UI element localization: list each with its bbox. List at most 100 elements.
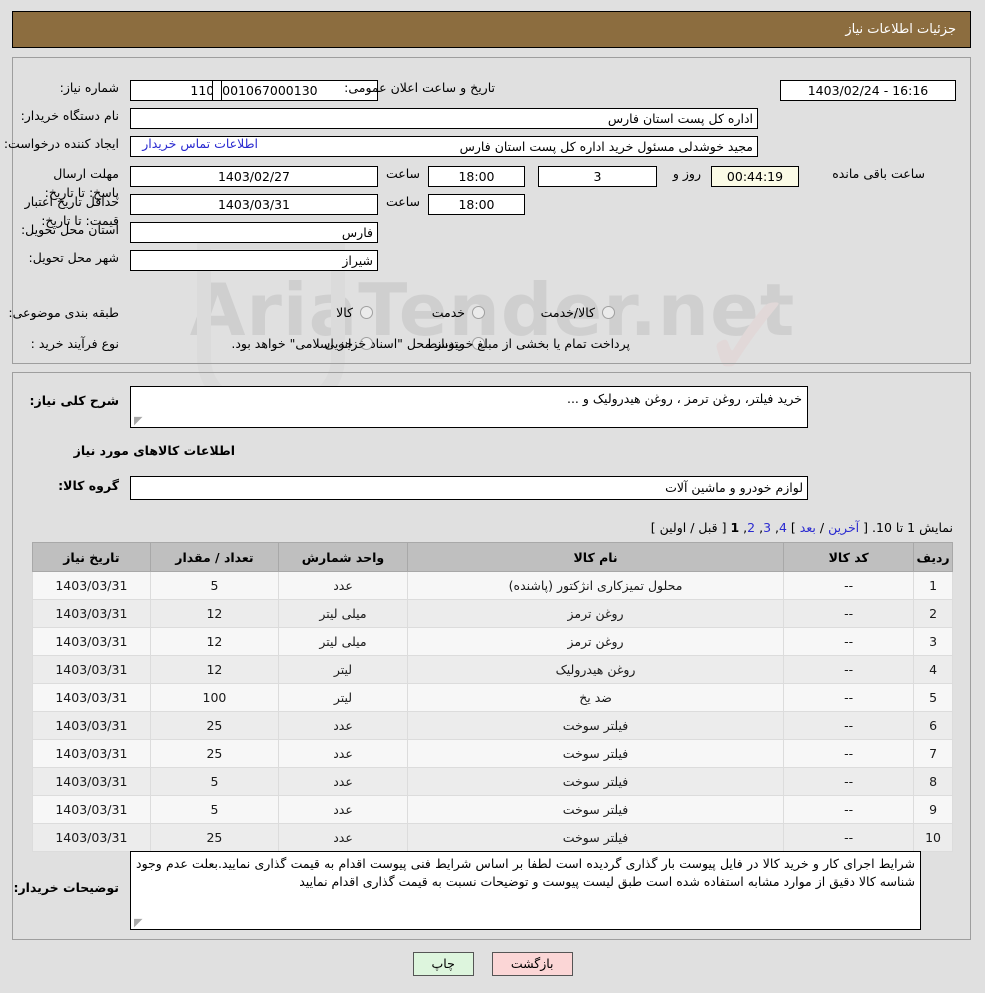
- pagination-prev-link[interactable]: قبل: [698, 520, 717, 535]
- field-description-label: شرح کلی نیاز:: [29, 393, 119, 408]
- cell-unit: لیتر: [278, 655, 408, 684]
- contact-link-wrap[interactable]: اطلاعات تماس خریدار: [0, 136, 258, 151]
- cell-product-code: --: [783, 655, 915, 684]
- pagination-page-3[interactable]: 3: [763, 520, 771, 535]
- cell-quantity: 25: [149, 823, 280, 852]
- field-city-value[interactable]: شیراز: [130, 250, 378, 271]
- field-deadline-date[interactable]: 1403/02/27: [130, 166, 378, 187]
- cell-unit: عدد: [278, 823, 408, 852]
- pagination-bracket-open-2: [: [721, 520, 727, 535]
- goods-group-input[interactable]: لوازم خودرو و ماشین آلات: [130, 476, 808, 500]
- cell-row-number: 3: [913, 627, 953, 656]
- city-input[interactable]: شیراز: [130, 250, 378, 271]
- cell-row-number: 10: [913, 823, 953, 852]
- field-province-value[interactable]: فارس: [130, 222, 378, 243]
- field-buyer-org-value[interactable]: اداره کل پست استان فارس: [130, 108, 758, 129]
- cell-need-date: 1403/03/31: [32, 823, 151, 852]
- category-option-goods[interactable]: کالا: [336, 305, 373, 320]
- field-buyer-notes-label: توضیحات خریدار:: [13, 880, 119, 895]
- cell-need-date: 1403/03/31: [32, 767, 151, 796]
- field-process-label: نوع فرآیند خرید :: [30, 336, 119, 351]
- cell-need-date: 1403/03/31: [32, 571, 151, 600]
- field-validity-date[interactable]: 1403/03/31: [130, 194, 378, 215]
- resize-grip-icon[interactable]: ◥: [134, 414, 144, 427]
- radio-category-service-icon[interactable]: [472, 306, 485, 319]
- validity-date-input[interactable]: 1403/03/31: [130, 194, 378, 215]
- pagination-first-link[interactable]: اولین: [660, 520, 687, 535]
- field-deadline-hour[interactable]: 18:00: [428, 166, 525, 187]
- cell-product-name: فیلتر سوخت: [406, 711, 785, 740]
- cell-row-number: 1: [913, 571, 953, 600]
- field-province-label: استان محل تحویل:: [20, 222, 119, 237]
- table-row: 1 -- محلول تمیزکاری انژکتور (پاشنده) عدد 5 14…: [32, 571, 953, 600]
- cell-unit: عدد: [278, 739, 408, 768]
- radio-category-goods-icon[interactable]: [360, 306, 373, 319]
- cell-product-name: فیلتر سوخت: [406, 823, 785, 852]
- cell-quantity: 25: [149, 711, 280, 740]
- pagination-last-link[interactable]: آخرین: [828, 520, 859, 535]
- cell-product-code: --: [783, 767, 915, 796]
- cell-need-date: 1403/03/31: [32, 795, 151, 824]
- pagination-bracket-close-1: ]: [790, 520, 796, 535]
- cell-quantity: 5: [149, 571, 280, 600]
- cell-product-code: --: [783, 599, 915, 628]
- action-button-bar: بازگشت چاپ: [0, 952, 985, 976]
- column-header-row: ردیف: [913, 542, 953, 572]
- buyer-contact-link[interactable]: اطلاعات تماس خریدار: [142, 136, 258, 151]
- field-announce-value[interactable]: [0, 80, 222, 101]
- category-option-both[interactable]: کالا/خدمت: [541, 305, 615, 320]
- cell-product-name: روغن ترمز: [406, 627, 785, 656]
- column-header-qty: تعداد / مقدار: [149, 542, 280, 572]
- pagination-page-2[interactable]: 2: [747, 520, 755, 535]
- field-announce-label: تاریخ و ساعت اعلان عمومی:: [344, 80, 495, 95]
- table-row: 7 -- فیلتر سوخت عدد 25 1403/03/31: [32, 739, 953, 768]
- page-title: جزئیات اطلاعات نیاز: [845, 22, 956, 37]
- province-input[interactable]: فارس: [130, 222, 378, 243]
- field-goods-group-label: گروه کالا:: [58, 478, 119, 493]
- table-row: 2 -- روغن ترمز میلی لیتر 12 1403/03/31: [32, 599, 953, 628]
- table-row: 4 -- روغن هیدرولیک لیتر 12 1403/03/31: [32, 655, 953, 684]
- description-textarea[interactable]: خرید فیلتر، روغن ترمز ، روغن هیدرولیک و …: [130, 386, 808, 428]
- validity-hour-input[interactable]: 18:00: [428, 194, 525, 215]
- back-button[interactable]: بازگشت: [491, 952, 573, 976]
- goods-table: ردیف کد کالا نام کالا واحد شمارش تعداد /…: [32, 542, 953, 852]
- cell-row-number: 8: [913, 767, 953, 796]
- page-root: ✓ AriaTender.net جزئیات اطلاعات نیاز شما…: [0, 0, 985, 993]
- cell-quantity: 5: [149, 767, 280, 796]
- cell-unit: عدد: [278, 767, 408, 796]
- cell-quantity: 12: [149, 627, 280, 656]
- cell-product-name: فیلتر سوخت: [406, 795, 785, 824]
- field-countdown: 00:44:19: [711, 166, 799, 187]
- deadline-hour-input[interactable]: 18:00: [428, 166, 525, 187]
- field-remaining-days[interactable]: 3: [538, 166, 657, 187]
- pagination-page-4[interactable]: 4: [779, 520, 787, 535]
- cell-unit: عدد: [278, 711, 408, 740]
- pagination-next-link[interactable]: بعد: [800, 520, 816, 535]
- cell-quantity: 12: [149, 599, 280, 628]
- cell-unit: عدد: [278, 795, 408, 824]
- buyer-org-input[interactable]: اداره کل پست استان فارس: [130, 108, 758, 129]
- countdown-suffix: ساعت باقی مانده: [832, 166, 925, 181]
- announce-value-wrap[interactable]: 16:16 - 1403/02/24: [780, 80, 956, 101]
- column-header-name: نام کالا: [406, 542, 785, 572]
- cell-row-number: 9: [913, 795, 953, 824]
- cell-product-name: روغن ترمز: [406, 599, 785, 628]
- cell-unit: لیتر: [278, 683, 408, 712]
- cell-need-date: 1403/03/31: [32, 599, 151, 628]
- category-option-service[interactable]: خدمت: [432, 305, 485, 320]
- deadline-date-input[interactable]: 1403/02/27: [130, 166, 378, 187]
- buyer-notes-textarea[interactable]: شرایط اجرای کار و خرید کالا در فایل پیوس…: [130, 851, 921, 930]
- remaining-days-input[interactable]: 3: [538, 166, 657, 187]
- table-header-row: ردیف کد کالا نام کالا واحد شمارش تعداد /…: [32, 542, 953, 572]
- column-header-unit: واحد شمارش: [278, 542, 408, 572]
- field-goods-group-value[interactable]: لوازم خودرو و ماشین آلات: [130, 476, 808, 500]
- pagination-summary: نمایش 1 تا 10.: [872, 520, 953, 535]
- cell-product-name: روغن هیدرولیک: [406, 655, 785, 684]
- resize-grip-icon-notes[interactable]: ◥: [134, 916, 144, 929]
- print-button[interactable]: چاپ: [412, 952, 474, 976]
- field-buyer-org-label: نام دستگاه خریدار:: [20, 108, 119, 123]
- announce-datetime-input[interactable]: 16:16 - 1403/02/24: [780, 80, 956, 101]
- radio-category-both-icon[interactable]: [602, 306, 615, 319]
- field-validity-hour[interactable]: 18:00: [428, 194, 525, 215]
- cell-quantity: 25: [149, 739, 280, 768]
